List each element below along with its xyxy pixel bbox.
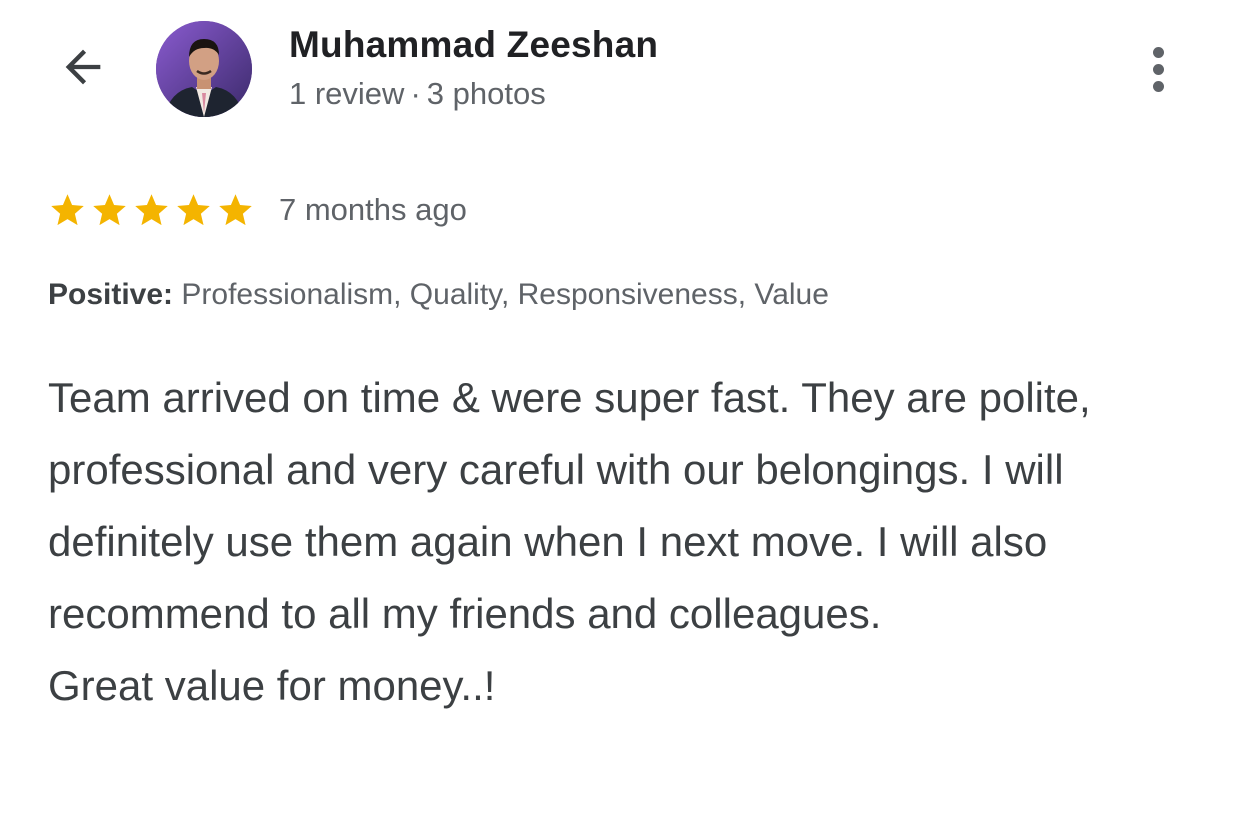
star-icon [177, 193, 210, 225]
review-text: Team arrived on time & were super fast. … [48, 374, 1091, 709]
photo-count: 3 photos [426, 76, 546, 111]
star-icon [51, 193, 84, 225]
arrow-back-icon [57, 41, 109, 98]
more-vert-icon-dot [1152, 63, 1164, 75]
review-count: 1 review [289, 76, 405, 111]
more-options-button[interactable] [1128, 36, 1188, 102]
positive-label: Positive: [48, 278, 174, 311]
rating-row: 7 months ago [48, 188, 467, 232]
meta-separator: · [410, 76, 421, 111]
back-button[interactable] [50, 36, 116, 102]
star-icon [135, 193, 168, 225]
reviewer-avatar[interactable] [156, 21, 252, 117]
review-date: 7 months ago [279, 192, 467, 227]
positive-attributes: Positive: Professionalism, Quality, Resp… [48, 278, 829, 312]
reviewer-name[interactable]: Muhammad Zeeshan [289, 24, 658, 66]
star-icon [93, 193, 126, 225]
positive-values: Professionalism, Quality, Responsiveness… [181, 278, 829, 311]
star-rating [48, 191, 255, 230]
reviewer-meta: 1 review · 3 photos [289, 76, 546, 112]
more-vert-icon [1152, 46, 1164, 58]
star-icon [219, 193, 252, 225]
more-vert-icon-dot [1152, 80, 1164, 92]
